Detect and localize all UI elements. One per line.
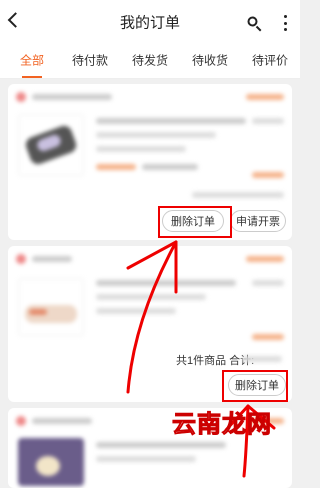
watermark-logo: 云南龙网 <box>172 411 272 439</box>
